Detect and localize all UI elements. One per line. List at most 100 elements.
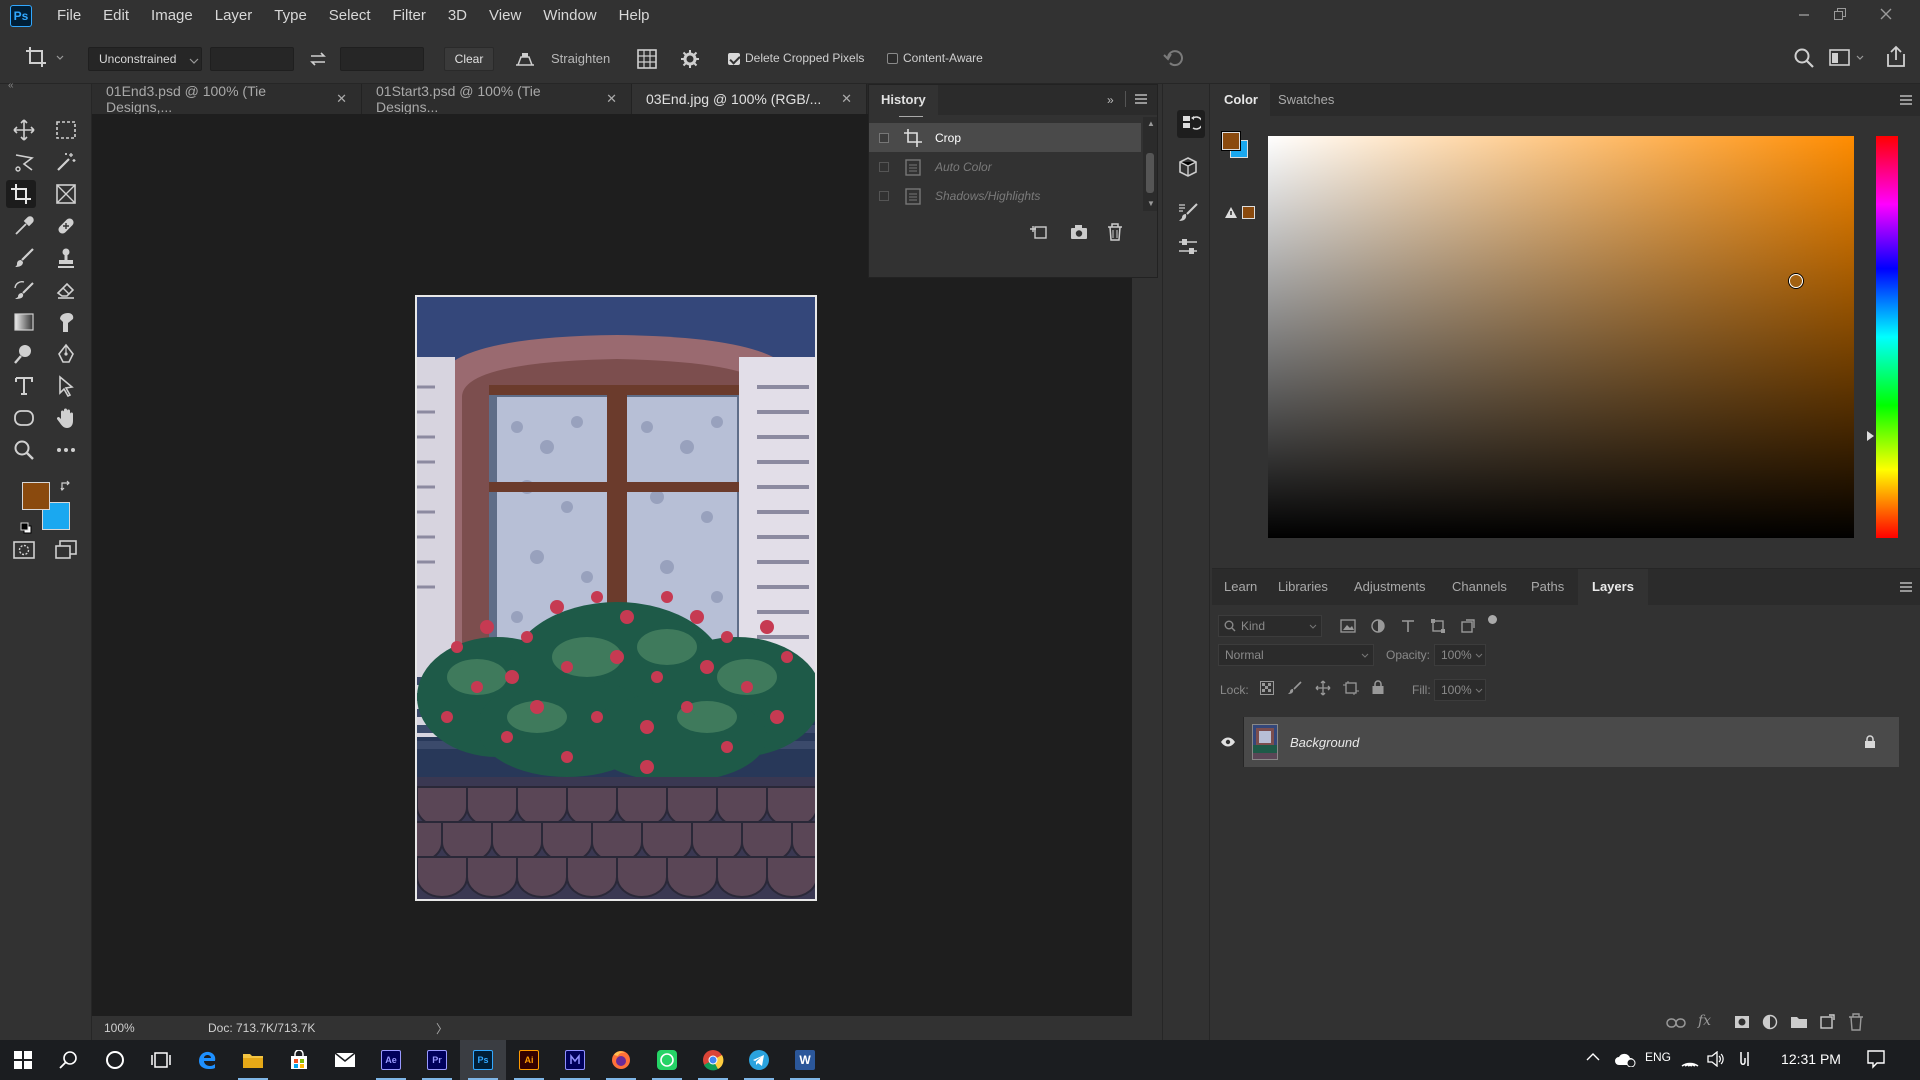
- menu-3d[interactable]: 3D: [437, 0, 478, 32]
- menu-window[interactable]: Window: [532, 0, 607, 32]
- menu-filter[interactable]: Filter: [382, 0, 437, 32]
- close-icon[interactable]: ✕: [606, 91, 617, 107]
- out-of-gamut-warning-icon[interactable]: [1224, 206, 1238, 219]
- taskbar-app-after-effects[interactable]: Ae: [368, 1040, 414, 1080]
- delete-cropped-checkbox[interactable]: [728, 53, 740, 65]
- taskbar-app-file-explorer[interactable]: [230, 1040, 276, 1080]
- brush-settings-icon[interactable]: [1177, 202, 1199, 224]
- gradient-tool-icon[interactable]: [9, 308, 39, 336]
- polygonal-lasso-icon[interactable]: [9, 148, 39, 176]
- delete-layer-icon[interactable]: [1848, 1013, 1864, 1031]
- frame-tool-icon[interactable]: [51, 180, 81, 208]
- notification-center-icon[interactable]: [1866, 1049, 1886, 1069]
- taskbar-app-premiere[interactable]: Pr: [414, 1040, 460, 1080]
- lock-position-icon[interactable]: [1315, 680, 1331, 696]
- search-icon[interactable]: [1793, 47, 1815, 69]
- gear-icon[interactable]: [680, 49, 700, 69]
- link-layers-icon[interactable]: [1666, 1017, 1686, 1029]
- 3d-panel-icon[interactable]: [1177, 156, 1199, 178]
- taskbar-app-chrome[interactable]: [690, 1040, 736, 1080]
- straighten-icon[interactable]: [514, 49, 536, 69]
- tab-color[interactable]: Color: [1212, 84, 1270, 116]
- taskbar-app-telegram[interactable]: [736, 1040, 782, 1080]
- workspace-icon[interactable]: [1829, 49, 1867, 67]
- close-icon[interactable]: ✕: [841, 91, 852, 107]
- brush-tool-icon[interactable]: [9, 244, 39, 272]
- smudge-tool-icon[interactable]: [51, 308, 81, 336]
- history-brush-icon[interactable]: [9, 276, 39, 304]
- clear-button[interactable]: Clear: [444, 47, 494, 71]
- crop-tool-preset-icon[interactable]: [24, 45, 64, 71]
- doc-tab[interactable]: 01Start3.psd @ 100% (Tie Designs... ✕: [362, 83, 632, 115]
- volume-icon[interactable]: [1706, 1051, 1726, 1067]
- taskbar-app-photoshop[interactable]: Ps: [460, 1040, 506, 1080]
- ratio-preset-dropdown[interactable]: Unconstrained: [88, 47, 202, 71]
- restore-icon[interactable]: [1822, 0, 1858, 28]
- hue-slider[interactable]: [1876, 136, 1898, 538]
- layer-visibility-toggle[interactable]: [1212, 717, 1244, 767]
- filter-toggle-icon[interactable]: [1488, 615, 1497, 624]
- eraser-icon[interactable]: [51, 276, 81, 304]
- zoom-level[interactable]: 100%: [104, 1021, 168, 1035]
- content-aware-checkbox[interactable]: [887, 53, 898, 64]
- taskbar-app-edge[interactable]: [184, 1040, 230, 1080]
- cortana-icon[interactable]: [92, 1040, 138, 1080]
- history-source-checkbox[interactable]: [879, 132, 889, 143]
- share-icon[interactable]: [1885, 45, 1907, 69]
- panel-menu-icon[interactable]: [1900, 95, 1912, 105]
- screen-mode-icon[interactable]: [51, 536, 81, 564]
- panel-menu-icon[interactable]: [1135, 94, 1147, 104]
- straighten-label[interactable]: Straighten: [551, 51, 610, 66]
- keyboard-layout-icon[interactable]: [1738, 1050, 1754, 1068]
- properties-icon[interactable]: [1177, 236, 1199, 258]
- collapse-panel-icon[interactable]: »: [1107, 93, 1114, 107]
- task-view-icon[interactable]: [138, 1040, 184, 1080]
- lock-all-icon[interactable]: [1371, 680, 1385, 695]
- doc-tab-active[interactable]: 03End.jpg @ 100% (RGB/... ✕: [632, 84, 867, 114]
- input-language-indicator[interactable]: ENG: [1645, 1050, 1671, 1064]
- tab-channels[interactable]: Channels: [1452, 569, 1507, 605]
- doc-tab[interactable]: 01End3.psd @ 100% (Tie Designs,... ✕: [92, 83, 362, 115]
- opacity-input[interactable]: 100%: [1434, 644, 1486, 666]
- history-panel-icon[interactable]: [1177, 110, 1205, 138]
- windows-start-icon[interactable]: [0, 1040, 46, 1080]
- show-hidden-icons-chevron-icon[interactable]: [1586, 1052, 1600, 1062]
- taskbar-app-word[interactable]: W: [782, 1040, 828, 1080]
- taskbar-app-illustrator[interactable]: Ai: [506, 1040, 552, 1080]
- history-state[interactable]: Crop: [869, 123, 1141, 152]
- gamut-color-chip[interactable]: [1242, 206, 1255, 219]
- menu-edit[interactable]: Edit: [92, 0, 140, 32]
- tab-learn[interactable]: Learn: [1224, 569, 1257, 605]
- pixel-layer-filter-icon[interactable]: [1340, 618, 1356, 634]
- overlay-grid-icon[interactable]: [636, 48, 658, 70]
- dodge-tool-icon[interactable]: [9, 340, 39, 368]
- layer-kind-filter[interactable]: Kind: [1218, 615, 1322, 637]
- swap-dimensions-icon[interactable]: [308, 51, 328, 67]
- trash-icon[interactable]: [1106, 222, 1124, 242]
- path-selection-icon[interactable]: [51, 372, 81, 400]
- menu-select[interactable]: Select: [318, 0, 382, 32]
- pen-tool-icon[interactable]: [51, 340, 81, 368]
- tab-swatches[interactable]: Swatches: [1278, 84, 1334, 116]
- wifi-icon[interactable]: [1680, 1050, 1700, 1068]
- type-tool-icon[interactable]: [9, 372, 39, 400]
- new-group-folder-icon[interactable]: [1790, 1015, 1808, 1029]
- history-tab[interactable]: History: [869, 85, 938, 115]
- cancel-crop-icon[interactable]: [1162, 47, 1186, 69]
- lock-transparent-pixels-icon[interactable]: [1260, 681, 1274, 695]
- panel-menu-icon[interactable]: [1900, 582, 1912, 592]
- saturation-value-field[interactable]: [1268, 136, 1854, 538]
- menu-type[interactable]: Type: [263, 0, 318, 32]
- quick-mask-icon[interactable]: [9, 536, 39, 564]
- type-layer-filter-icon[interactable]: [1400, 618, 1416, 634]
- menu-help[interactable]: Help: [608, 0, 661, 32]
- search-icon[interactable]: [46, 1040, 92, 1080]
- menu-layer[interactable]: Layer: [204, 0, 264, 32]
- tab-libraries[interactable]: Libraries: [1278, 569, 1328, 605]
- camera-icon[interactable]: [1069, 223, 1089, 241]
- smart-object-filter-icon[interactable]: [1460, 618, 1476, 634]
- taskbar-app-whatsapp[interactable]: [644, 1040, 690, 1080]
- new-layer-icon[interactable]: [1819, 1014, 1835, 1030]
- taskbar-app-media-encoder[interactable]: [552, 1040, 598, 1080]
- new-document-from-state-icon[interactable]: [1029, 223, 1049, 241]
